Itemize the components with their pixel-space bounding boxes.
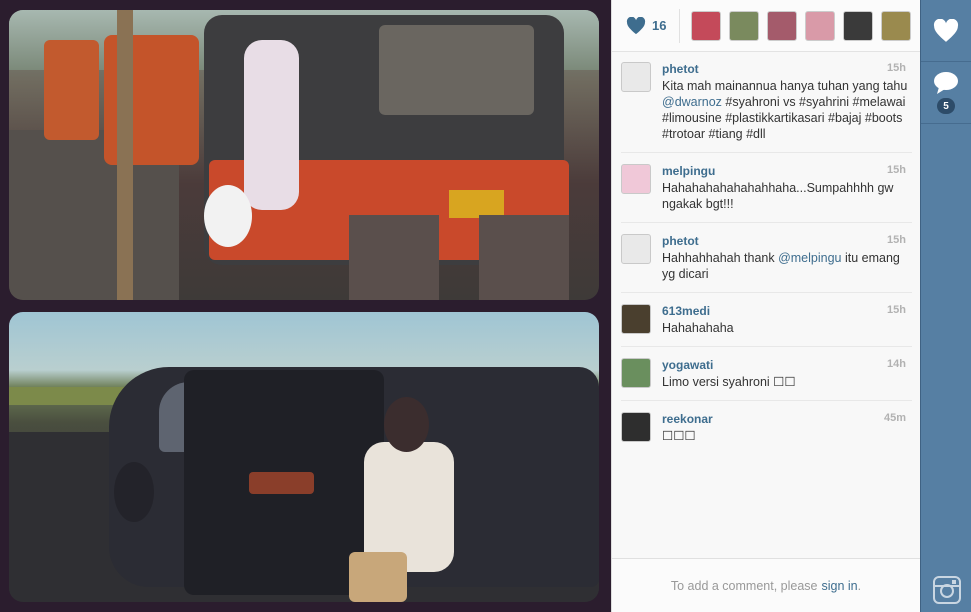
photo-limousine	[9, 312, 599, 602]
comment-item: 613medi Hahahahaha 15h	[621, 304, 912, 347]
add-comment-bar: To add a comment, please sign in.	[612, 558, 920, 612]
like-count: 16	[652, 18, 667, 33]
comment-count-badge: 5	[937, 98, 955, 114]
comment-timestamp: 15h	[887, 164, 906, 176]
liker-avatar[interactable]	[691, 10, 721, 41]
comment-item: melpingu Hahahahahahahahhaha...Sumpahhhh …	[621, 164, 912, 223]
photo-bajaj	[9, 10, 599, 300]
comment-username[interactable]: melpingu	[662, 164, 908, 178]
add-comment-prompt: To add a comment, please	[670, 578, 818, 593]
comment-body: melpingu Hahahahahahahahhaha...Sumpahhhh …	[662, 164, 912, 212]
comment-body: 613medi Hahahahaha	[662, 304, 912, 336]
comment-item: phetot Hahhahhahah thank @melpingu itu em…	[621, 234, 912, 293]
action-rail: 5	[920, 0, 971, 612]
media-sidebar: 16 phetot Kita mah mainannua hanya tuhan …	[611, 0, 920, 612]
heart-icon	[626, 16, 646, 34]
comment-username[interactable]: yogawati	[662, 358, 908, 372]
speech-bubble-icon	[934, 72, 958, 94]
comment-text-part: Hahahahahahahahhaha...Sumpahhhh gw ngaka…	[662, 181, 894, 211]
comment-text: Limo versi syahroni ☐☐	[662, 374, 908, 390]
likers-list	[691, 10, 911, 41]
mention-link[interactable]: @dwarnoz	[662, 95, 722, 109]
comment-item: yogawati Limo versi syahroni ☐☐ 14h	[621, 358, 912, 401]
comment-body: phetot Hahhahhahah thank @melpingu itu em…	[662, 234, 912, 282]
avatar[interactable]	[621, 234, 651, 264]
like-button[interactable]	[921, 0, 971, 62]
comment-timestamp: 15h	[887, 304, 906, 316]
comment-body: yogawati Limo versi syahroni ☐☐	[662, 358, 912, 390]
comment-button[interactable]: 5	[921, 62, 971, 124]
comment-timestamp: 45m	[883, 412, 906, 424]
comments-list: phetot Kita mah mainannua hanya tuhan yan…	[612, 52, 920, 454]
mention-link[interactable]: @melpingu	[778, 251, 841, 265]
comment-username[interactable]: 613medi	[662, 304, 908, 318]
comment-timestamp: 15h	[887, 234, 906, 246]
likes-bar: 16	[612, 0, 920, 52]
instagram-logo-icon[interactable]	[933, 576, 961, 604]
liker-avatar[interactable]	[881, 10, 911, 41]
comment-text: Hahahahaha	[662, 320, 908, 336]
add-comment-suffix: .	[857, 578, 862, 593]
comment-text-part: Hahahahaha	[662, 321, 734, 335]
comment-text-part: Hahhahhahah thank	[662, 251, 779, 265]
avatar[interactable]	[621, 164, 651, 194]
comment-text-part: Kita mah mainannua hanya tuhan yang tahu	[662, 79, 908, 93]
photo-collage	[0, 0, 611, 612]
comment-body: reekonar ☐☐☐	[662, 412, 912, 444]
comment-text-part: Limo versi syahroni ☐☐	[662, 375, 796, 389]
avatar[interactable]	[621, 62, 651, 92]
heart-icon	[933, 18, 959, 42]
comment-body: phetot Kita mah mainannua hanya tuhan yan…	[662, 62, 912, 142]
sign-in-link[interactable]: sign in	[822, 579, 858, 593]
comment-text: Hahahahahahahahhaha...Sumpahhhh gw ngaka…	[662, 180, 908, 212]
avatar[interactable]	[621, 412, 651, 442]
like-counter[interactable]: 16	[626, 8, 680, 43]
avatar[interactable]	[621, 358, 651, 388]
liker-avatar[interactable]	[729, 10, 759, 41]
comment-text-part: ☐☐☐	[662, 429, 696, 443]
comment-text: Hahhahhahah thank @melpingu itu emang yg…	[662, 250, 908, 282]
comment-timestamp: 15h	[887, 62, 906, 74]
comment-timestamp: 14h	[887, 358, 906, 370]
comment-text: Kita mah mainannua hanya tuhan yang tahu…	[662, 78, 908, 142]
comment-text: ☐☐☐	[662, 428, 908, 444]
comment-item: phetot Kita mah mainannua hanya tuhan yan…	[621, 62, 912, 153]
liker-avatar[interactable]	[843, 10, 873, 41]
liker-avatar[interactable]	[805, 10, 835, 41]
comment-username[interactable]: phetot	[662, 234, 908, 248]
avatar[interactable]	[621, 304, 651, 334]
comment-item: reekonar ☐☐☐ 45m	[621, 412, 912, 454]
comment-username[interactable]: phetot	[662, 62, 908, 76]
comment-username[interactable]: reekonar	[662, 412, 908, 426]
liker-avatar[interactable]	[767, 10, 797, 41]
